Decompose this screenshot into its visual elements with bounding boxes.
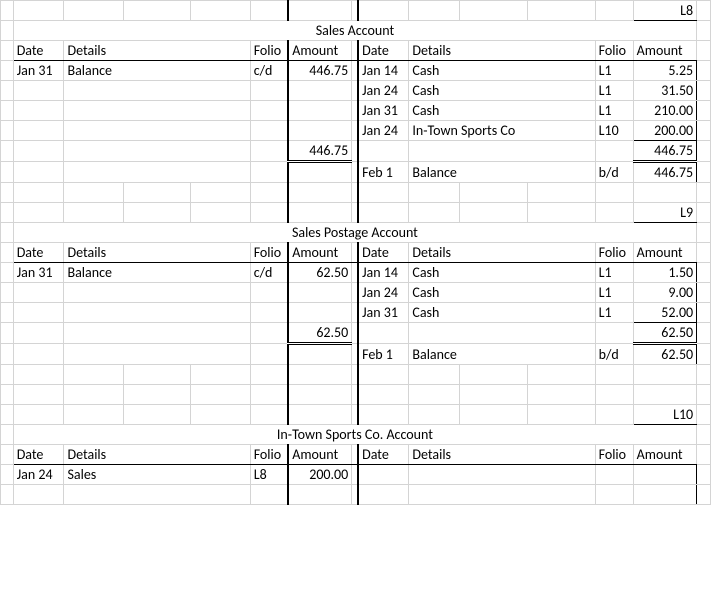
cell-details: Balance xyxy=(64,61,250,81)
account-title-sales: Sales Account xyxy=(13,21,696,41)
cell-date: Jan 24 xyxy=(358,121,409,141)
cell-date: Feb 1 xyxy=(358,162,409,183)
col-folio-l: Folio xyxy=(250,41,288,61)
cell-folio: L10 xyxy=(595,121,633,141)
page-code-l8: L8 xyxy=(633,1,696,21)
cell-amount: 200.00 xyxy=(633,121,696,141)
table-row: Sales Account xyxy=(1,21,711,41)
table-row: Date Details Folio Amount Date Details F… xyxy=(1,243,711,263)
cell-total: 446.75 xyxy=(288,141,351,162)
table-row: L9 xyxy=(1,203,711,223)
cell-date: Jan 31 xyxy=(358,101,409,121)
table-row: Jan 24 Cash L1 9.00 xyxy=(1,283,711,303)
table-row xyxy=(1,485,711,505)
cell-folio: b/d xyxy=(595,162,633,183)
table-row: Feb 1 Balance b/d 62.50 xyxy=(1,344,711,365)
cell-details: Cash xyxy=(409,101,595,121)
cell-date: Jan 31 xyxy=(13,61,64,81)
cell-folio: c/d xyxy=(250,61,288,81)
table-row: Jan 24 Cash L1 31.50 xyxy=(1,81,711,101)
table-row: In-Town Sports Co. Account xyxy=(1,425,711,445)
account-title-postage: Sales Postage Account xyxy=(13,223,696,243)
col-amount-r: Amount xyxy=(633,41,696,61)
cell-folio: L1 xyxy=(595,81,633,101)
cell-amount: 446.75 xyxy=(288,61,351,81)
cell-date: Jan 24 xyxy=(358,81,409,101)
cell-folio: L1 xyxy=(595,61,633,81)
table-row: Date Details Folio Amount Date Details F… xyxy=(1,41,711,61)
cell-details: Cash xyxy=(409,61,595,81)
table-row xyxy=(1,183,711,203)
col-amount-l: Amount xyxy=(288,41,351,61)
table-row: Feb 1 Balance b/d 446.75 xyxy=(1,162,711,183)
cell-details: Cash xyxy=(409,81,595,101)
cell-amount: 31.50 xyxy=(633,81,696,101)
col-date-r: Date xyxy=(358,41,409,61)
col-details-l: Details xyxy=(64,41,250,61)
table-row: Jan 31 Cash L1 210.00 xyxy=(1,101,711,121)
table-row: 446.75 446.75 xyxy=(1,141,711,162)
page-code-l10: L10 xyxy=(633,405,696,425)
col-folio-r: Folio xyxy=(595,41,633,61)
table-row: Date Details Folio Amount Date Details F… xyxy=(1,445,711,465)
table-row: 62.50 62.50 xyxy=(1,323,711,344)
page-code-l9: L9 xyxy=(633,203,696,223)
cell-date: Jan 14 xyxy=(358,61,409,81)
cell-amount: 210.00 xyxy=(633,101,696,121)
table-row: L10 xyxy=(1,405,711,425)
table-row: Jan 31 Cash L1 52.00 xyxy=(1,303,711,323)
cell-total: 446.75 xyxy=(633,141,696,162)
table-row: Jan 24 Sales L8 200.00 xyxy=(1,465,711,485)
col-details-r: Details xyxy=(409,41,595,61)
account-title-intown: In-Town Sports Co. Account xyxy=(13,425,696,445)
table-row: Sales Postage Account xyxy=(1,223,711,243)
table-row: Jan 31 Balance c/d 446.75 Jan 14 Cash L1… xyxy=(1,61,711,81)
cell-folio: L1 xyxy=(595,101,633,121)
table-row xyxy=(1,365,711,385)
table-row: Jan 24 In-Town Sports Co L10 200.00 xyxy=(1,121,711,141)
cell-amount: 446.75 xyxy=(633,162,696,183)
cell-amount: 5.25 xyxy=(633,61,696,81)
table-row xyxy=(1,385,711,405)
table-row: L8 xyxy=(1,1,711,21)
col-date-l: Date xyxy=(13,41,64,61)
spreadsheet: L8 Sales Account Date Details Folio Amou… xyxy=(0,0,711,505)
table-row: Jan 31 Balance c/d 62.50 Jan 14 Cash L1 … xyxy=(1,263,711,283)
cell-details: In-Town Sports Co xyxy=(409,121,595,141)
cell-details: Balance xyxy=(409,162,595,183)
